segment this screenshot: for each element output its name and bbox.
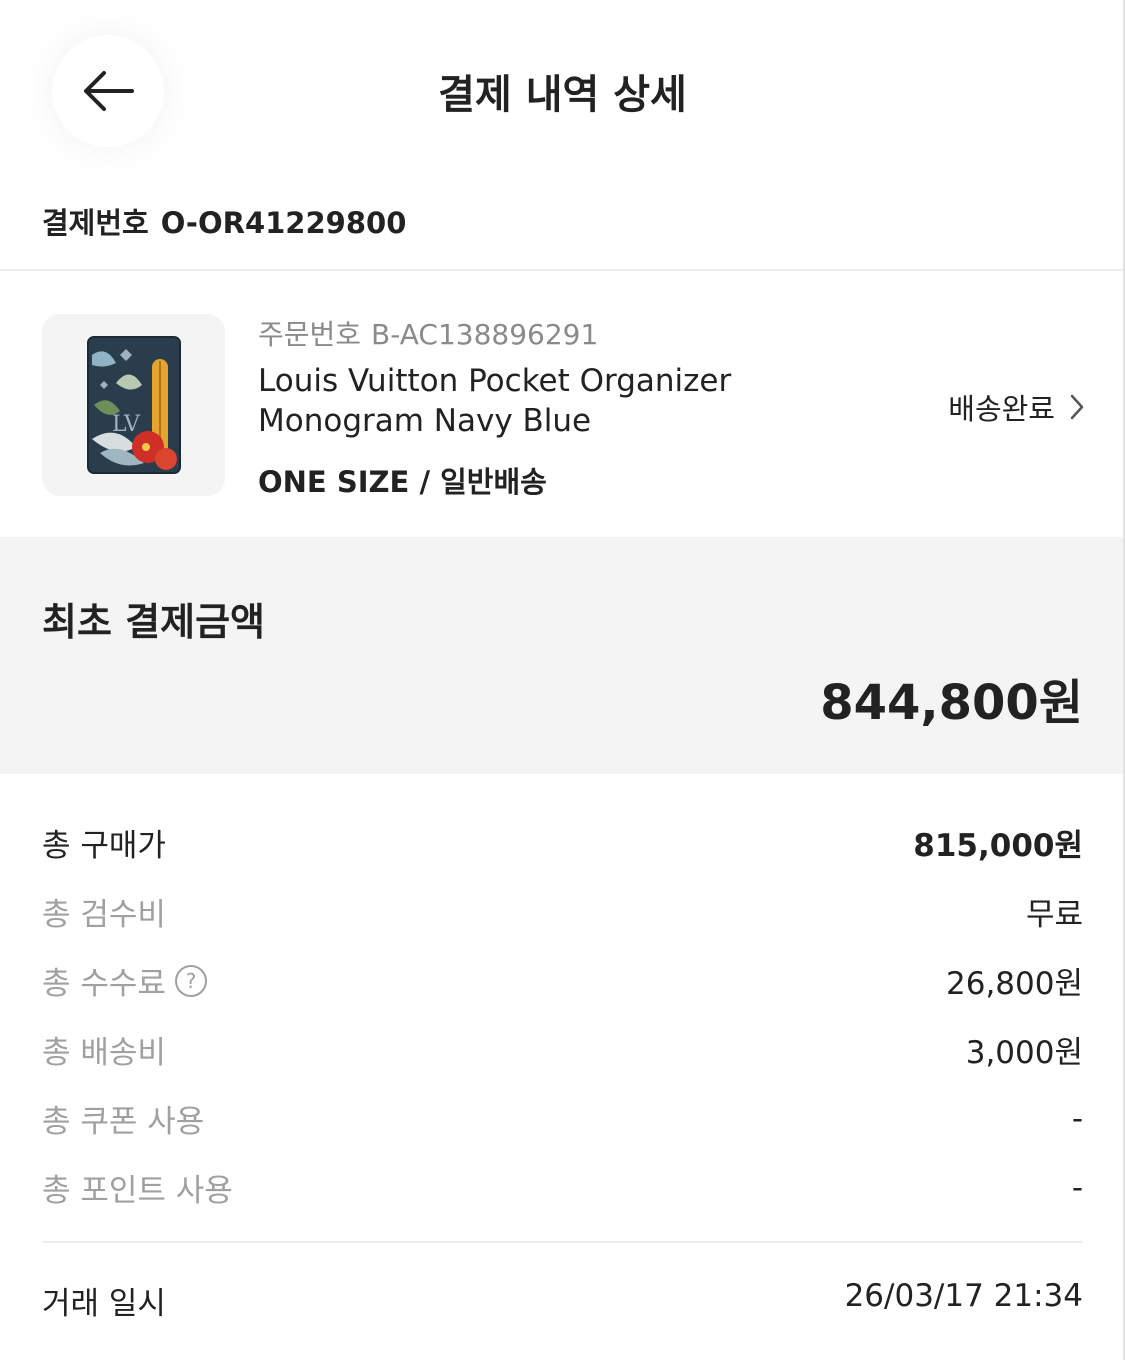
- breakdown-label: 총 포인트 사용: [42, 1173, 233, 1209]
- svg-text:?: ?: [186, 969, 197, 993]
- transaction-datetime-value: 26/03/17 21:34: [844, 1278, 1083, 1314]
- breakdown-label: 총 검수비: [42, 897, 166, 933]
- order-number: 주문번호 B-AC138896291: [258, 313, 608, 353]
- breakdown-row-shipping: 총 배송비 3,000원: [42, 1015, 1083, 1084]
- page-title: 결제 내역 상세: [438, 72, 687, 118]
- initial-payment-label: 최초 결제금액: [42, 600, 265, 644]
- breakdown-label: 총 쿠폰 사용: [42, 1104, 205, 1140]
- breakdown-row-commission: 총 수수료 ? 26,800원: [42, 946, 1083, 1015]
- breakdown-label: 총 배송비: [42, 1035, 166, 1071]
- delivery-status-link[interactable]: 배송완료: [948, 386, 1085, 428]
- order-number-label: 주문번호: [258, 318, 362, 351]
- chevron-right-icon: [1070, 394, 1084, 420]
- svg-text:LV: LV: [112, 412, 141, 437]
- breakdown-value: 3,000원: [965, 1035, 1083, 1071]
- product-option: ONE SIZE / 일반배송: [258, 465, 547, 499]
- initial-payment-amount: 844,800원: [820, 675, 1083, 731]
- breakdown-value: 무료: [1025, 897, 1083, 933]
- delivery-status: 배송완료: [948, 392, 1055, 426]
- breakdown-row-inspection-fee: 총 검수비 무료: [42, 877, 1083, 946]
- product-card[interactable]: LV 주문번호 B-AC138896291 Louis Vuitton Pocke…: [0, 271, 1125, 536]
- transaction-datetime-label: 거래 일시: [42, 1286, 166, 1322]
- header: 결제 내역 상세: [0, 0, 1125, 185]
- breakdown-label: 총 수수료: [42, 966, 166, 1002]
- breakdown-value: -: [1071, 1169, 1083, 1206]
- payment-number-label: 결제번호: [42, 206, 149, 240]
- payment-number-value: O-OR41229800: [160, 206, 407, 240]
- breakdown-row-total-price: 총 구매가 815,000원: [42, 808, 1083, 877]
- initial-payment-summary: 최초 결제금액 844,800원: [0, 537, 1125, 774]
- breakdown-row-points: 총 포인트 사용 -: [42, 1153, 1083, 1222]
- payment-number: 결제번호 O-OR41229800: [42, 200, 418, 242]
- help-icon[interactable]: ?: [174, 964, 208, 998]
- breakdown-row-coupon: 총 쿠폰 사용 -: [42, 1084, 1083, 1153]
- order-number-value: B-AC138896291: [371, 318, 599, 351]
- product-thumbnail[interactable]: LV: [42, 314, 225, 496]
- breakdown-value: 815,000원: [913, 828, 1083, 864]
- breakdown-value: -: [1071, 1100, 1083, 1137]
- breakdown-label-wrap: 총 수수료 ?: [42, 958, 208, 1003]
- product-name: Louis Vuitton Pocket Organizer Monogram …: [258, 363, 732, 439]
- breakdown-value: 26,800원: [946, 966, 1083, 1002]
- breakdown-label: 총 구매가: [42, 828, 166, 864]
- transaction-datetime-row: 거래 일시 26/03/17 21:34: [42, 1278, 1083, 1323]
- product-thumbnail-icon: LV: [86, 336, 181, 474]
- divider: [42, 1241, 1083, 1243]
- payment-breakdown: 총 구매가 815,000원 총 검수비 무료 총 수수료 ? 26,800원 …: [42, 808, 1083, 1222]
